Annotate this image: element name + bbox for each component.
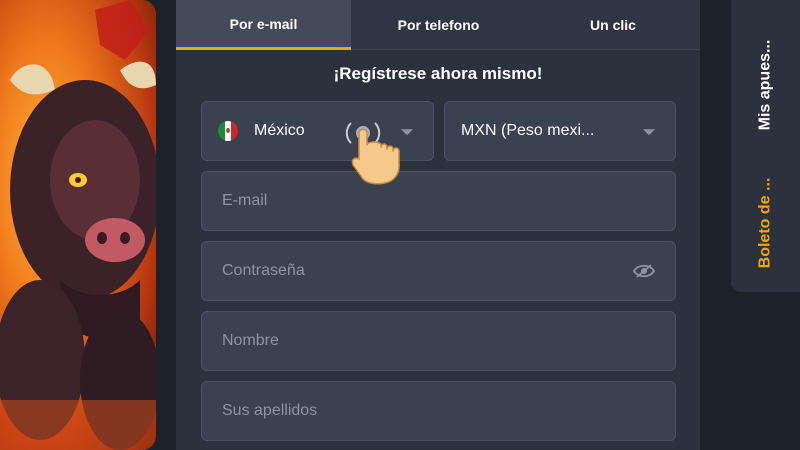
chevron-down-icon	[643, 129, 655, 136]
password-placeholder: Contraseña	[222, 262, 305, 279]
form-heading: ¡Regístrese ahora mismo!	[333, 64, 543, 83]
mexico-flag-icon	[218, 121, 238, 141]
chevron-down-icon	[401, 129, 413, 136]
password-field[interactable]: Contraseña	[201, 241, 676, 301]
registration-form: Por e-mail Por telefono Un clic ¡Regístr…	[176, 0, 700, 450]
email-field[interactable]: E-mail	[201, 171, 676, 231]
bull-illustration	[0, 0, 156, 450]
tab-by-email[interactable]: Por e-mail	[176, 0, 351, 50]
tab-by-phone[interactable]: Por telefono	[351, 0, 526, 50]
first-name-placeholder: Nombre	[222, 332, 279, 349]
bet-slip-label: Boleto de ...	[756, 177, 774, 268]
last-name-placeholder: Sus apellidos	[222, 402, 318, 419]
registration-method-tabs: Por e-mail Por telefono Un clic	[176, 0, 700, 50]
last-name-field[interactable]: Sus apellidos	[201, 381, 676, 441]
promo-bull-artwork	[0, 0, 156, 450]
my-bets-label: Mis apues...	[756, 39, 774, 131]
email-placeholder: E-mail	[222, 192, 268, 209]
country-select-value: México	[254, 122, 305, 139]
bet-slip-tab[interactable]: Boleto de ...	[731, 160, 800, 285]
currency-select[interactable]: MXN (Peso mexi...	[444, 101, 676, 161]
country-select[interactable]: México	[201, 101, 434, 161]
first-name-field[interactable]: Nombre	[201, 311, 676, 371]
bets-side-panel: Mis apues... Boleto de ...	[731, 0, 800, 292]
eye-hidden-icon[interactable]	[633, 263, 655, 279]
tab-one-click[interactable]: Un clic	[526, 0, 700, 50]
my-bets-tab[interactable]: Mis apues...	[731, 10, 800, 160]
currency-select-value: MXN (Peso mexi...	[461, 122, 595, 139]
